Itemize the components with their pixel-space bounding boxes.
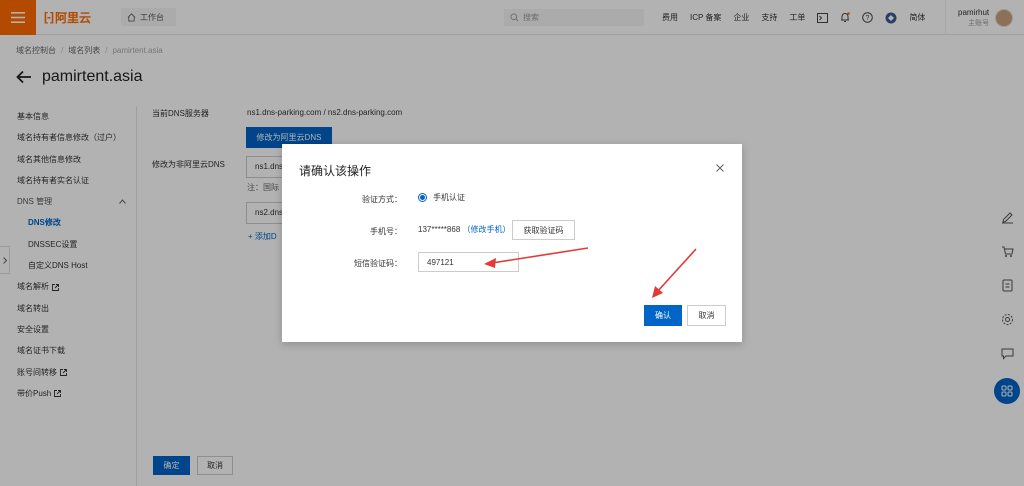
phone-auth-radio[interactable]: 手机认证 xyxy=(418,192,465,203)
dialog-title: 请确认该操作 xyxy=(299,164,372,178)
radio-checked-icon xyxy=(418,193,427,202)
sms-code-input[interactable] xyxy=(418,252,519,272)
sms-code-label: 短信验证码： xyxy=(354,259,402,268)
close-icon[interactable] xyxy=(714,162,726,174)
ok-button[interactable]: 确认 xyxy=(644,305,682,326)
phone-number: 137*****868 （修改手机） xyxy=(418,224,511,235)
verify-method-label: 验证方式： xyxy=(362,195,402,204)
dialog-cancel-button[interactable]: 取消 xyxy=(687,305,726,326)
change-phone-link[interactable]: （修改手机） xyxy=(463,225,511,234)
phone-auth-label: 手机认证 xyxy=(433,193,465,202)
get-code-button[interactable]: 获取验证码 xyxy=(512,220,575,240)
confirm-dialog: 请确认该操作 验证方式： 手机认证 手机号： 137*****868 （修改手机… xyxy=(282,144,742,342)
phone-value: 137*****868 xyxy=(418,225,461,234)
phone-label: 手机号： xyxy=(370,227,402,236)
